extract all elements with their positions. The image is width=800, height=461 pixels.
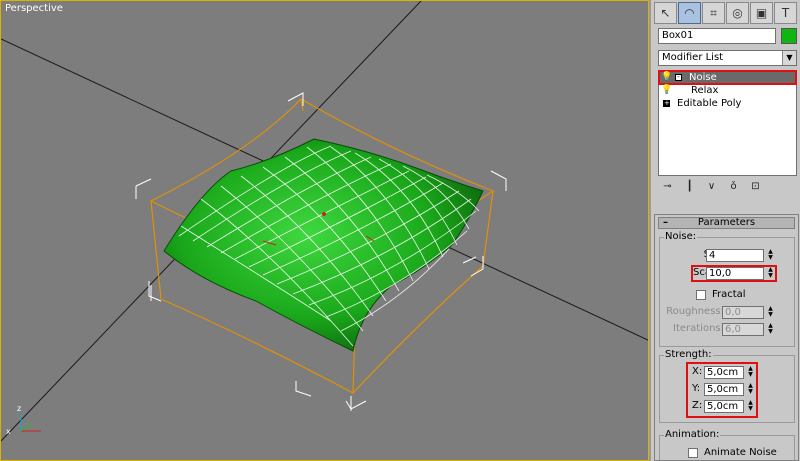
- utilities-icon[interactable]: T: [774, 2, 797, 24]
- iterations-label: Iterations:: [673, 323, 724, 334]
- expand-icon[interactable]: +: [663, 100, 670, 107]
- spinner-arrows-icon[interactable]: ▲ ▼: [746, 400, 755, 413]
- stack-item-relax[interactable]: 💡 Relax: [659, 84, 796, 97]
- strength-y-spinner[interactable]: 5,0cm: [704, 383, 744, 396]
- parameters-rollout-header[interactable]: – Parameters: [658, 217, 795, 229]
- stack-item-label: Editable Poly: [677, 98, 742, 109]
- strength-x-spinner[interactable]: 5,0cm: [704, 366, 744, 379]
- strength-z-label: Z:: [692, 400, 703, 411]
- animation-group: Animation: Animate Noise: [659, 429, 795, 460]
- spinner-arrows-icon[interactable]: ▲ ▼: [746, 366, 755, 379]
- chevron-down-icon[interactable]: ▼: [782, 51, 796, 65]
- seed-spinner[interactable]: 4: [706, 249, 764, 262]
- scene-canvas: x z: [1, 1, 648, 442]
- group-title: Animation:: [664, 429, 721, 440]
- fractal-checkbox[interactable]: [696, 290, 706, 300]
- strength-group: Strength: X: 5,0cm ▲ ▼ Y: 5,0cm ▲ ▼ Z: 5,0…: [659, 349, 795, 423]
- spinner-arrows-icon[interactable]: ▲ ▼: [746, 383, 755, 396]
- pin-stack-icon[interactable]: ⊸: [661, 180, 674, 193]
- modify-icon[interactable]: ◠: [678, 2, 701, 24]
- group-title: Strength:: [664, 349, 713, 360]
- viewport-label[interactable]: Perspective: [5, 3, 63, 14]
- scale-spinner[interactable]: 10,0: [706, 267, 764, 280]
- display-icon[interactable]: ▣: [750, 2, 773, 24]
- collapse-icon[interactable]: -: [675, 74, 682, 81]
- stack-item-noise[interactable]: 💡 - Noise: [658, 70, 797, 85]
- group-title: Noise:: [664, 231, 698, 242]
- svg-text:x: x: [6, 427, 11, 436]
- noise-group: Noise: Seed: 4 ▲▼ Scale: 10,0 ▲▼ Fractal…: [659, 231, 795, 347]
- axis-tripod-icon: x z: [6, 404, 41, 436]
- modifier-list-dropdown[interactable]: Modifier List ▼: [658, 50, 797, 66]
- configure-modifier-sets-icon[interactable]: ⊡: [749, 180, 762, 193]
- modifier-list-label: Modifier List: [662, 52, 724, 63]
- pillow-mesh: [163, 138, 484, 352]
- lightbulb-icon[interactable]: 💡: [661, 85, 672, 96]
- motion-icon[interactable]: ◎: [726, 2, 749, 24]
- rollout-title: Parameters: [697, 217, 756, 228]
- animate-noise-checkbox[interactable]: [688, 448, 698, 458]
- strength-z-spinner[interactable]: 5,0cm: [704, 400, 744, 413]
- lightbulb-icon[interactable]: 💡: [661, 72, 672, 83]
- object-name-field[interactable]: Box01: [658, 28, 776, 44]
- roughness-label: Roughness:: [666, 306, 724, 317]
- stack-item-label: Noise: [689, 72, 717, 83]
- fractal-label: Fractal: [712, 289, 746, 300]
- roughness-spinner[interactable]: 0,0: [722, 306, 764, 319]
- spinner-arrows-icon[interactable]: ▲ ▼: [766, 267, 775, 280]
- spinner-arrows-icon[interactable]: ▲ ▼: [766, 323, 775, 336]
- animate-noise-label: Animate Noise: [704, 447, 777, 458]
- viewport-perspective[interactable]: x z Perspective: [0, 0, 649, 461]
- command-panel: ↖ ◠ ⌗ ◎ ▣ T Box01 Modifier List ▼ 💡 - No…: [649, 0, 800, 461]
- strength-x-label: X:: [692, 366, 703, 377]
- parameters-rollout: – Parameters Noise: Seed: 4 ▲▼ Scale: 10…: [654, 214, 799, 461]
- show-end-result-icon[interactable]: ┃: [683, 180, 696, 193]
- hierarchy-icon[interactable]: ⌗: [702, 2, 725, 24]
- strength-y-label: Y:: [692, 383, 701, 394]
- remove-modifier-icon[interactable]: ǒ: [727, 180, 740, 193]
- create-icon[interactable]: ↖: [654, 2, 677, 24]
- stack-item-editable-poly[interactable]: + Editable Poly: [659, 97, 796, 110]
- stack-item-label: Relax: [691, 85, 719, 96]
- make-unique-icon[interactable]: ∨: [705, 180, 718, 193]
- iterations-spinner[interactable]: 6,0: [722, 323, 764, 336]
- collapse-icon[interactable]: –: [663, 218, 668, 228]
- modifier-stack: 💡 - Noise 💡 Relax + Editable Poly: [658, 70, 797, 176]
- command-panel-tabs: ↖ ◠ ⌗ ◎ ▣ T: [654, 2, 798, 24]
- stack-toolbar: ⊸ ┃ ∨ ǒ ⊡: [658, 180, 797, 194]
- svg-text:z: z: [17, 404, 21, 413]
- spinner-arrows-icon[interactable]: ▲ ▼: [766, 249, 775, 262]
- object-color-swatch[interactable]: [781, 28, 797, 44]
- spinner-arrows-icon[interactable]: ▲ ▼: [766, 306, 775, 319]
